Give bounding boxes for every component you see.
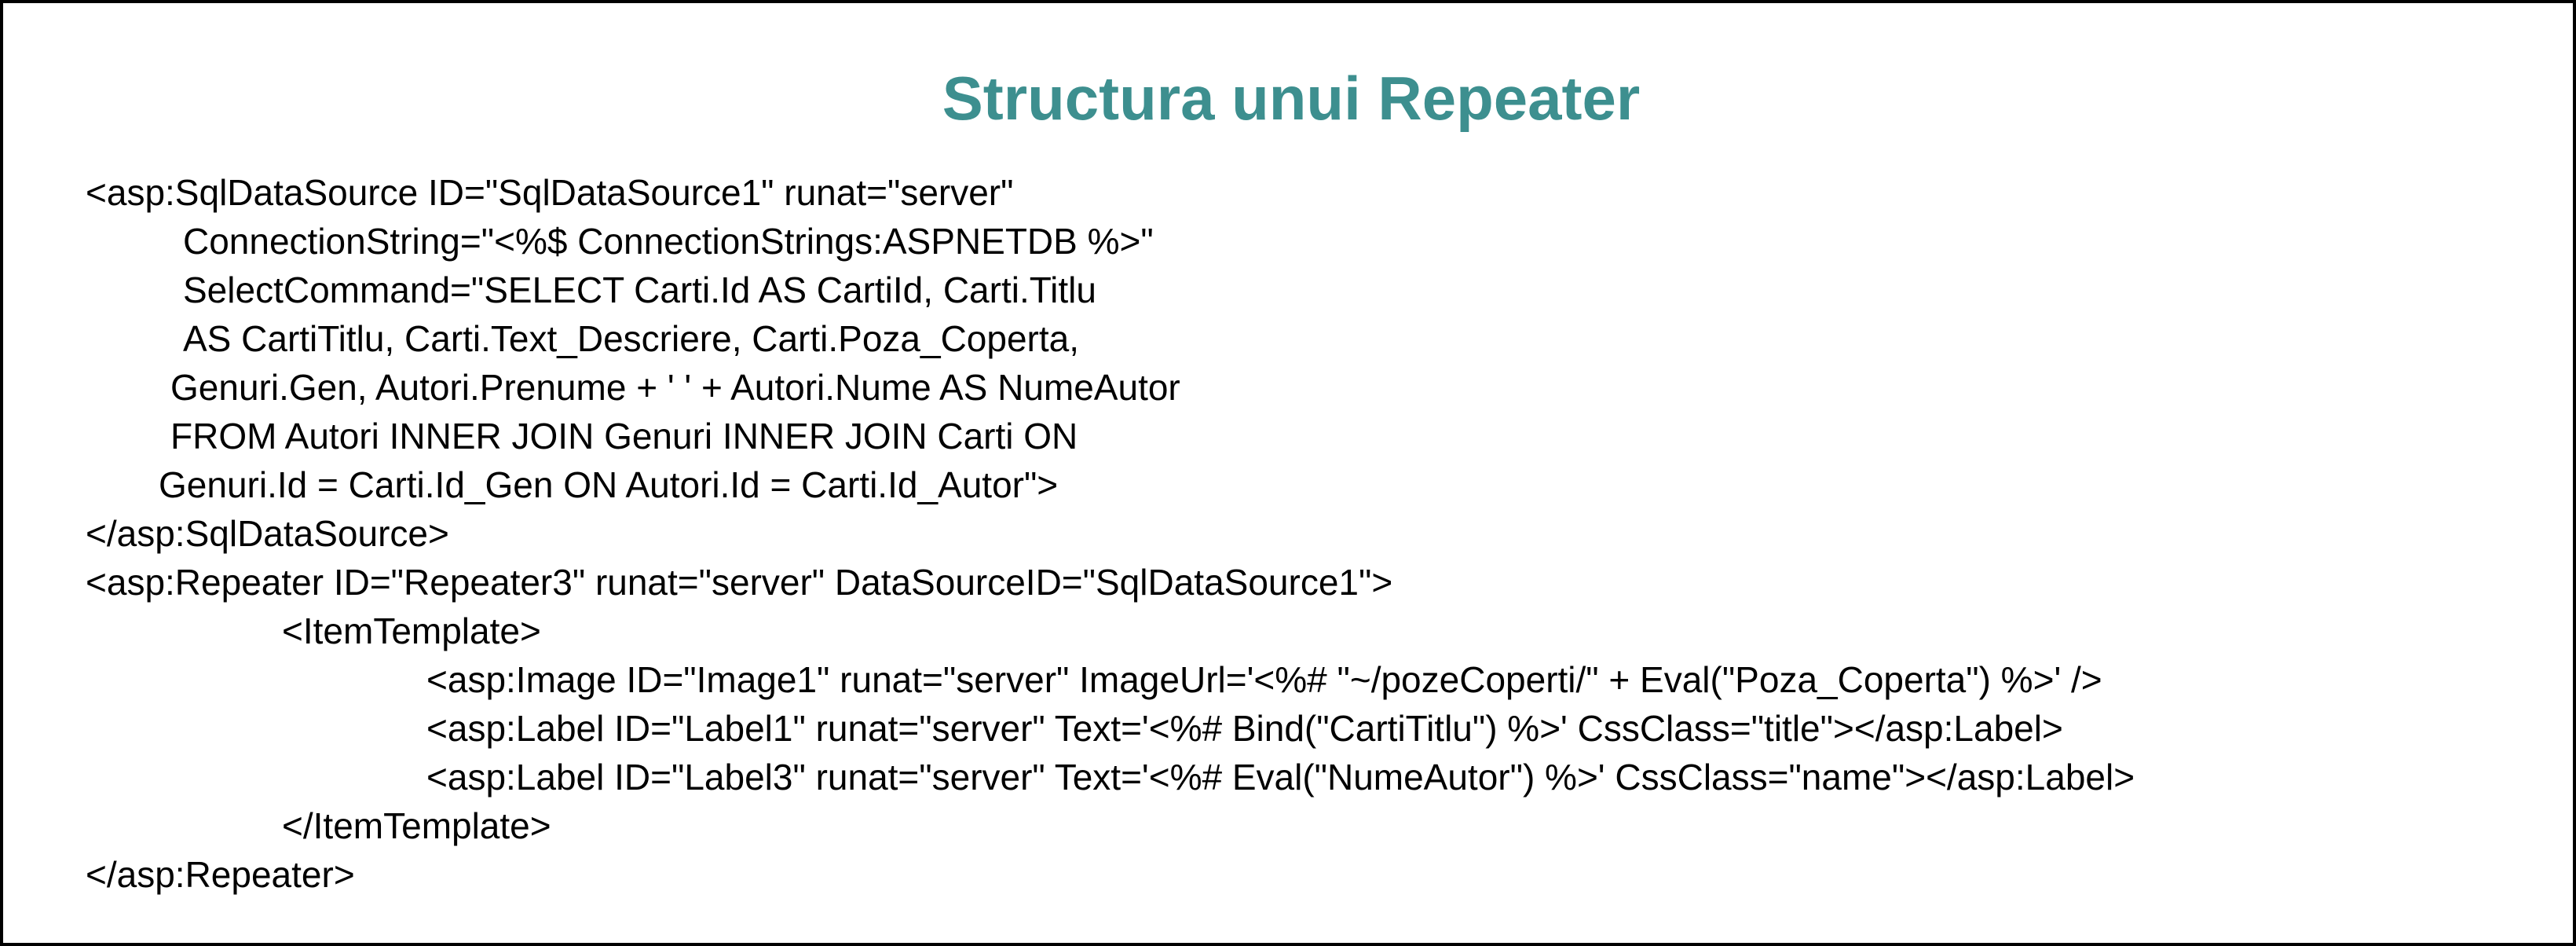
slide-title: Structura unui Repeater <box>942 64 1641 133</box>
code-line: <asp:Label ID="Label1" runat="server" Te… <box>426 708 2063 749</box>
code-line: ConnectionString="<%$ ConnectionStrings:… <box>183 221 1154 262</box>
code-line: </ItemTemplate> <box>282 805 551 846</box>
code-line: </asp:Repeater> <box>86 854 355 895</box>
code-line: Genuri.Id = Carti.Id_Gen ON Autori.Id = … <box>159 464 1059 505</box>
code-line: <asp:Repeater ID="Repeater3" runat="serv… <box>86 562 1393 603</box>
code-line: Genuri.Gen, Autori.Prenume + ' ' + Autor… <box>170 367 1180 408</box>
code-line: <asp:SqlDataSource ID="SqlDataSource1" r… <box>86 172 1014 213</box>
code-line: <asp:Image ID="Image1" runat="server" Im… <box>426 659 2102 700</box>
slide: Structura unui Repeater <asp:SqlDataSour… <box>0 0 2576 946</box>
code-line: <asp:Label ID="Label3" runat="server" Te… <box>426 757 2135 798</box>
code-line: SelectCommand="SELECT Carti.Id AS CartiI… <box>183 270 1096 310</box>
code-listing: <asp:SqlDataSource ID="SqlDataSource1" r… <box>86 168 2135 899</box>
code-line: FROM Autori INNER JOIN Genuri INNER JOIN… <box>170 416 1078 456</box>
code-line: AS CartiTitlu, Carti.Text_Descriere, Car… <box>183 318 1080 359</box>
code-line: </asp:SqlDataSource> <box>86 513 449 554</box>
code-line: <ItemTemplate> <box>282 610 541 651</box>
